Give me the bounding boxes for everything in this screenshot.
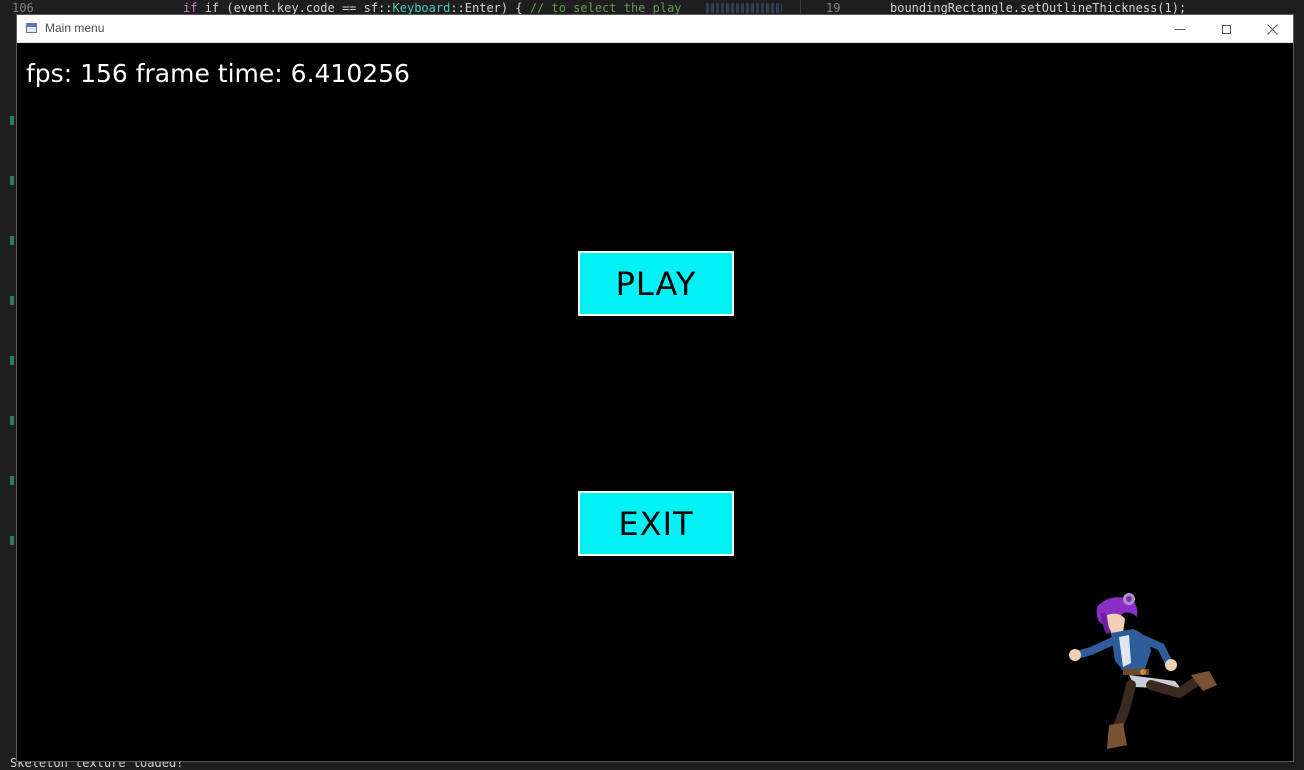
app-window-icon: [26, 23, 37, 33]
editor-gutter-right: [1294, 16, 1304, 770]
exit-button[interactable]: EXIT: [578, 491, 734, 556]
close-button[interactable]: [1249, 15, 1295, 43]
minimize-button[interactable]: [1157, 15, 1203, 43]
code-fragment: ::Enter) {: [450, 1, 530, 15]
fps-counter: fps: 156 frame time: 6.410256: [26, 59, 410, 88]
maximize-button[interactable]: [1203, 15, 1249, 43]
main-menu-window: Main menu fps: 156 frame time: 6.410256 …: [16, 14, 1294, 762]
maximize-icon: [1221, 24, 1231, 34]
close-icon: [1266, 23, 1278, 35]
title-bar[interactable]: Main menu: [17, 15, 1293, 43]
editor-minimap: [706, 3, 782, 13]
game-canvas: fps: 156 frame time: 6.410256 PLAY EXIT: [17, 43, 1293, 761]
code-fragment: if (event.key.code == sf::: [204, 1, 393, 15]
code-type: Keyboard: [392, 1, 451, 15]
play-button[interactable]: PLAY: [578, 251, 734, 316]
code-comment: // to select the play: [529, 1, 682, 15]
window-title: Main menu: [45, 21, 105, 35]
minimize-icon: [1175, 28, 1185, 30]
editor-gutter-left: [0, 16, 16, 770]
running-character-sprite: [1069, 593, 1217, 749]
